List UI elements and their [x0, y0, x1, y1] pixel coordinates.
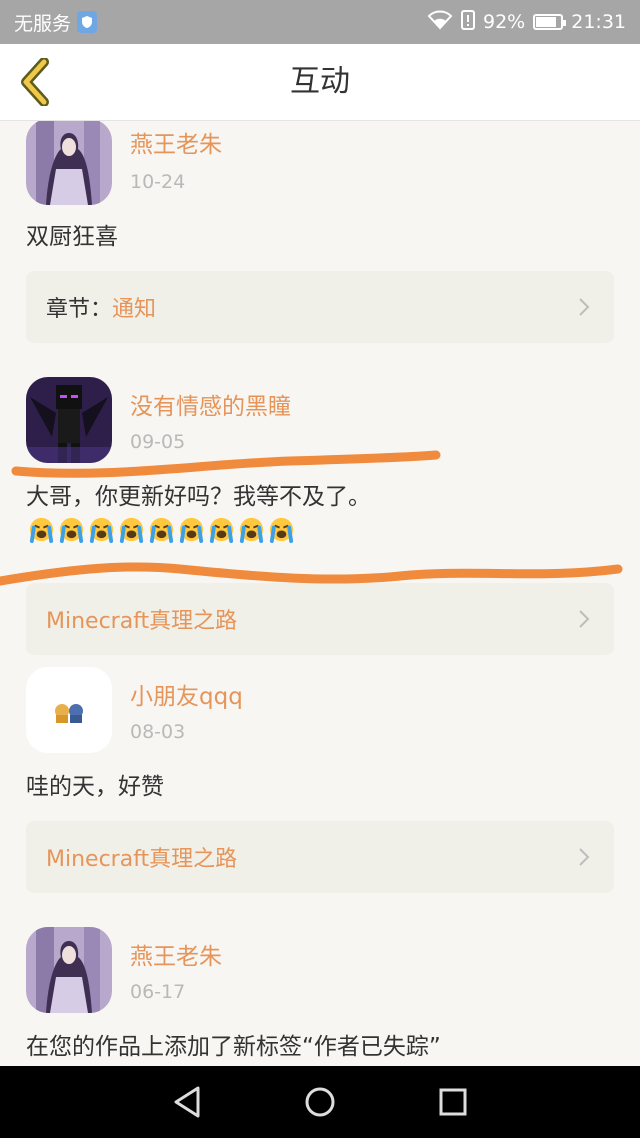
timestamp: 09-05 — [130, 431, 186, 453]
message-body: 大哥，你更新好吗？我等不及了。 — [26, 484, 371, 510]
username[interactable]: 燕王老朱 — [130, 937, 222, 971]
loudly-crying-face-icon — [239, 517, 264, 543]
nav-recents-button[interactable] — [421, 1070, 485, 1134]
loudly-crying-face-icon — [59, 517, 84, 543]
work-link-card[interactable]: Minecraft真理之路 — [26, 583, 614, 655]
chevron-right-icon — [579, 298, 590, 316]
wifi-icon — [427, 10, 453, 35]
square-recents-icon — [439, 1088, 467, 1116]
timestamp: 08-03 — [130, 721, 186, 743]
work-link-card[interactable]: 章节： 通知 — [26, 271, 614, 343]
circle-home-icon — [305, 1087, 335, 1117]
loudly-crying-face-icon — [209, 517, 234, 543]
loudly-crying-face-icon — [179, 517, 204, 543]
page-title: 互动 — [290, 64, 350, 99]
loudly-crying-face-icon — [89, 517, 114, 543]
system-nav-bar — [0, 1066, 640, 1138]
sim-alert-icon — [461, 9, 475, 35]
carrier-label: 无服务 — [14, 12, 72, 35]
card-title: Minecraft真理之路 — [46, 609, 238, 634]
work-link-card[interactable]: Minecraft真理之路 — [26, 821, 614, 893]
clock: 21:31 — [571, 11, 626, 33]
chevron-right-icon — [579, 848, 590, 866]
message-text: 大哥，你更新好吗？我等不及了。 — [26, 481, 614, 545]
avatar[interactable] — [26, 121, 112, 205]
message-text: 双厨狂喜 — [26, 224, 118, 250]
card-title: 通知 — [112, 297, 157, 322]
loudly-crying-face-icon — [29, 517, 54, 543]
avatar[interactable] — [26, 377, 112, 463]
chevron-right-icon — [579, 610, 590, 628]
nav-home-button[interactable] — [288, 1070, 352, 1134]
username[interactable]: 燕王老朱 — [130, 125, 222, 159]
loudly-crying-face-icon — [149, 517, 174, 543]
timestamp: 10-24 — [130, 171, 186, 193]
avatar[interactable] — [26, 667, 112, 753]
username[interactable]: 没有情感的黑瞳 — [130, 387, 291, 421]
status-bar: 无服务 92% 21:31 — [0, 0, 640, 44]
loudly-crying-face-icon — [269, 517, 294, 543]
loudly-crying-face-icon — [119, 517, 144, 543]
timestamp: 06-17 — [130, 981, 186, 1003]
message-text: 哇的天，好赞 — [26, 774, 164, 800]
battery-percent: 92% — [483, 11, 526, 33]
interaction-feed[interactable]: 燕王老朱 10-24 双厨狂喜 章节： 通知 没有情感的黑瞳 09-05 大哥，… — [0, 121, 640, 1066]
battery-icon — [533, 14, 567, 30]
nav-back-button[interactable] — [155, 1070, 219, 1134]
emoji-sequence — [28, 516, 295, 543]
username[interactable]: 小朋友qqq — [130, 677, 243, 711]
avatar[interactable] — [26, 927, 112, 1013]
shield-icon — [77, 11, 98, 33]
card-prefix: 章节： — [46, 297, 113, 322]
message-text: 在您的作品上添加了新标签“作者已失踪” — [26, 1034, 441, 1060]
card-title: Minecraft真理之路 — [46, 847, 238, 872]
top-nav-bar: 互动 — [0, 44, 640, 121]
triangle-back-icon — [174, 1086, 200, 1118]
